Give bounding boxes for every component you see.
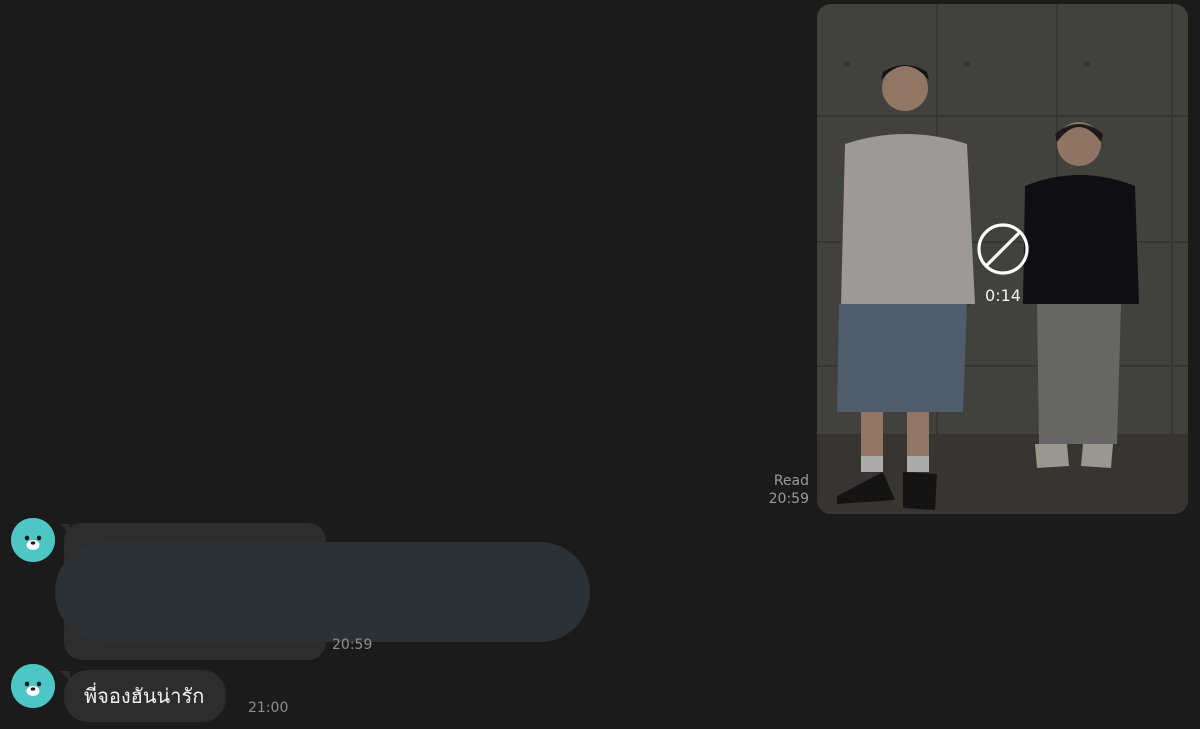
message-time: 20:59: [768, 491, 809, 507]
message-time: 21:00: [248, 700, 289, 716]
video-duration: 0:14: [985, 286, 1021, 305]
message-text: พี่จองฮันน่ารัก: [84, 684, 205, 708]
blocked-icon: [977, 223, 1029, 275]
outgoing-message-meta: Read 20:59: [769, 472, 809, 508]
message-time: 20:59: [332, 637, 373, 653]
video-message[interactable]: 0:14: [817, 4, 1188, 514]
seal-avatar-icon[interactable]: [11, 664, 55, 708]
incoming-message-bubble[interactable]: พี่จองฮันน่ารัก: [64, 670, 227, 722]
read-receipt: Read: [773, 473, 809, 489]
seal-avatar-icon[interactable]: [11, 518, 55, 562]
chat-view: 0:14 Read 20:59 20:59 พี่จองฮันน่ารัก 21…: [0, 0, 1200, 729]
video-status-overlay: 0:14: [967, 222, 1039, 305]
redacted-content: [55, 542, 590, 642]
